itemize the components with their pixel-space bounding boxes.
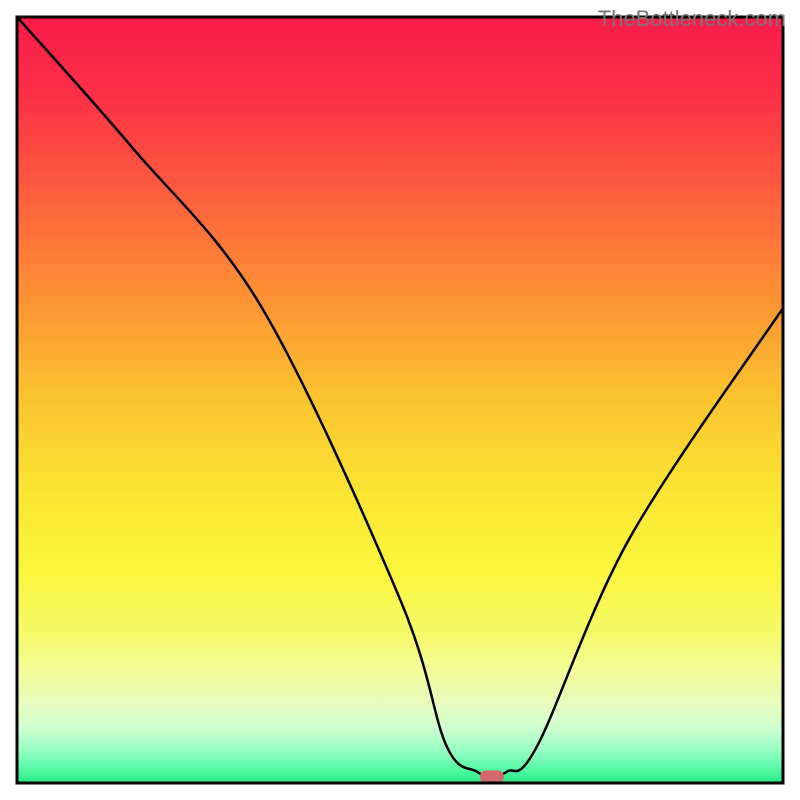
- chart-container: TheBottleneck.com: [0, 0, 800, 800]
- optimal-marker: [480, 770, 504, 783]
- plot-background: [17, 17, 783, 783]
- watermark-text: TheBottleneck.com: [598, 6, 786, 32]
- bottleneck-chart: [0, 0, 800, 800]
